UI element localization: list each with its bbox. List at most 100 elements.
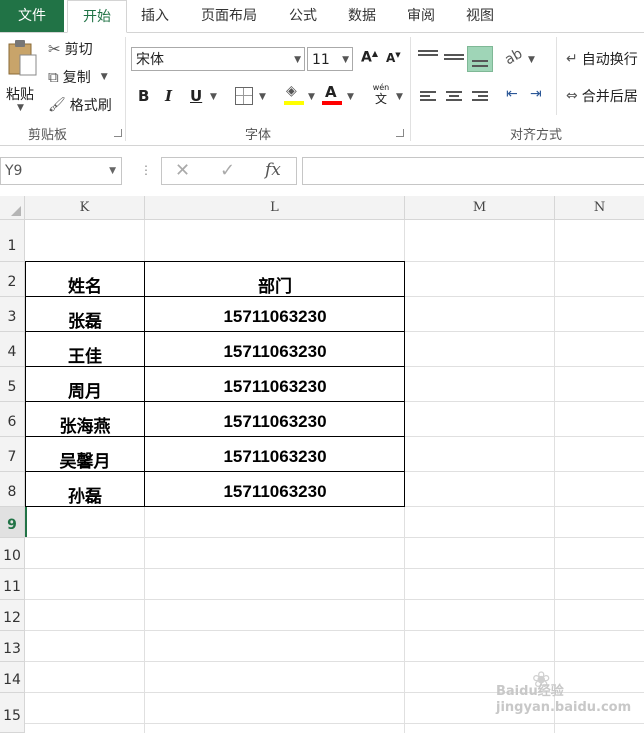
chevron-down-icon: ▼: [528, 55, 535, 65]
chevron-down-icon: ▼: [347, 92, 354, 102]
align-center-icon[interactable]: [446, 89, 462, 103]
formula-input[interactable]: [302, 157, 644, 185]
merge-icon: ⇔: [566, 88, 578, 104]
dept-cell[interactable]: 15711063230: [145, 412, 405, 432]
cut-button[interactable]: ✂ 剪切: [48, 39, 93, 59]
row-header-7[interactable]: 7: [0, 437, 25, 472]
clipboard-launcher-icon[interactable]: [114, 129, 122, 137]
formula-bar-grip-icon[interactable]: ⋮: [140, 163, 152, 177]
formula-buttons: ✕ ✓ fx: [161, 157, 297, 185]
italic-button[interactable]: I: [165, 87, 172, 105]
increase-font-icon[interactable]: A▲: [361, 49, 378, 66]
border-icon[interactable]: [235, 87, 253, 105]
dept-cell[interactable]: 15711063230: [145, 447, 405, 467]
select-all-button[interactable]: [0, 196, 25, 220]
clipboard-group-label: 剪贴板: [28, 128, 68, 143]
align-left-icon[interactable]: [420, 89, 436, 103]
grid-line: [25, 630, 644, 631]
format-painter-button[interactable]: 🖌 格式刷: [48, 95, 112, 115]
row-header-11[interactable]: 11: [0, 569, 25, 600]
paint-bucket-icon: ◈: [286, 83, 297, 99]
name-cell[interactable]: 周月: [25, 377, 145, 402]
confirm-icon[interactable]: ✓: [220, 160, 235, 181]
header-name-cell[interactable]: 姓名: [25, 272, 145, 297]
align-middle-icon[interactable]: [444, 53, 464, 62]
tab-data[interactable]: 数据: [336, 0, 388, 32]
font-size-value: 11: [312, 52, 330, 68]
alignment-group-label: 对齐方式: [510, 128, 563, 143]
decrease-font-icon[interactable]: A▼: [386, 51, 401, 65]
name-cell[interactable]: 王佳: [25, 342, 145, 367]
divider: [410, 37, 411, 141]
grid-line: [25, 568, 644, 569]
paste-button[interactable]: 粘贴 ▼: [4, 39, 42, 113]
row-header-13[interactable]: 13: [0, 631, 25, 662]
header-dept-cell[interactable]: 部门: [145, 272, 405, 297]
column-header-k[interactable]: K: [25, 196, 145, 220]
merge-center-button[interactable]: ⇔ 合并后居: [566, 86, 638, 106]
decrease-indent-icon[interactable]: ⇤: [506, 86, 518, 102]
tab-insert[interactable]: 插入: [130, 0, 180, 32]
grid-line: [25, 723, 644, 724]
tab-view[interactable]: 视图: [455, 0, 505, 32]
name-cell[interactable]: 孙磊: [25, 482, 145, 507]
row-header-4[interactable]: 4: [0, 332, 25, 367]
chevron-down-icon: ▼: [396, 92, 403, 102]
row-header-5[interactable]: 5: [0, 367, 25, 402]
chevron-down-icon: ▼: [342, 55, 349, 65]
wrap-text-button[interactable]: ↵ 自动换行: [566, 49, 638, 69]
tab-file[interactable]: 文件: [0, 0, 64, 32]
row-header-9[interactable]: 9: [0, 507, 25, 538]
brush-icon: 🖌: [48, 97, 66, 113]
name-cell[interactable]: 吴馨月: [25, 447, 145, 472]
name-box[interactable]: Y9 ▼: [0, 157, 122, 185]
row-header-10[interactable]: 10: [0, 538, 25, 569]
underline-button[interactable]: U: [190, 87, 202, 105]
tab-formulas[interactable]: 公式: [278, 0, 328, 32]
cancel-icon[interactable]: ✕: [175, 160, 190, 181]
divider: [556, 37, 557, 115]
dept-cell[interactable]: 15711063230: [145, 482, 405, 502]
orientation-icon[interactable]: ab: [502, 46, 525, 69]
row-header-14[interactable]: 14: [0, 662, 25, 693]
align-right-icon[interactable]: [472, 89, 488, 103]
worksheet-grid[interactable]: K L M N 1 2 3 4 5 6 7 8 9 10 11 12 13 14…: [0, 196, 644, 733]
paste-label: 粘贴: [6, 87, 34, 103]
chevron-down-icon: ▼: [100, 72, 108, 82]
align-top-icon[interactable]: [418, 49, 438, 58]
column-header-m[interactable]: M: [405, 196, 555, 220]
row-header-12[interactable]: 12: [0, 600, 25, 631]
paste-icon: [8, 40, 37, 76]
name-cell[interactable]: 张磊: [25, 307, 145, 332]
column-header-l[interactable]: L: [145, 196, 405, 220]
font-color-button[interactable]: A: [321, 83, 343, 107]
font-name-select[interactable]: 宋体 ▼: [131, 47, 305, 71]
scissors-icon: ✂: [48, 40, 61, 58]
row-header-6[interactable]: 6: [0, 402, 25, 437]
font-size-select[interactable]: 11 ▼: [307, 47, 353, 71]
row-header-3[interactable]: 3: [0, 297, 25, 332]
row-header-2[interactable]: 2: [0, 262, 25, 297]
tab-home[interactable]: 开始: [67, 0, 127, 33]
insert-function-icon[interactable]: fx: [265, 160, 281, 180]
row-header-8[interactable]: 8: [0, 472, 25, 507]
font-launcher-icon[interactable]: [396, 129, 404, 137]
name-box-value: Y9: [5, 163, 23, 179]
bold-button[interactable]: B: [138, 87, 149, 105]
dept-cell[interactable]: 15711063230: [145, 377, 405, 397]
name-cell[interactable]: 张海燕: [25, 412, 145, 437]
wrap-text-label: 自动换行: [581, 52, 638, 68]
dept-cell[interactable]: 15711063230: [145, 342, 405, 362]
align-bottom-icon[interactable]: [467, 46, 493, 72]
fill-color-button[interactable]: ◈: [283, 83, 305, 107]
phonetic-button[interactable]: wén 文: [370, 83, 392, 109]
copy-button[interactable]: ⧉ 复制 ▼: [48, 67, 108, 87]
column-header-n[interactable]: N: [555, 196, 644, 220]
dept-cell[interactable]: 15711063230: [145, 307, 405, 327]
row-header-1[interactable]: 1: [0, 220, 25, 262]
row-header-15[interactable]: 15: [0, 693, 25, 733]
tab-review[interactable]: 审阅: [396, 0, 446, 32]
font-color-swatch: [322, 101, 342, 105]
increase-indent-icon[interactable]: ⇥: [530, 86, 542, 102]
tab-page-layout[interactable]: 页面布局: [190, 0, 268, 32]
